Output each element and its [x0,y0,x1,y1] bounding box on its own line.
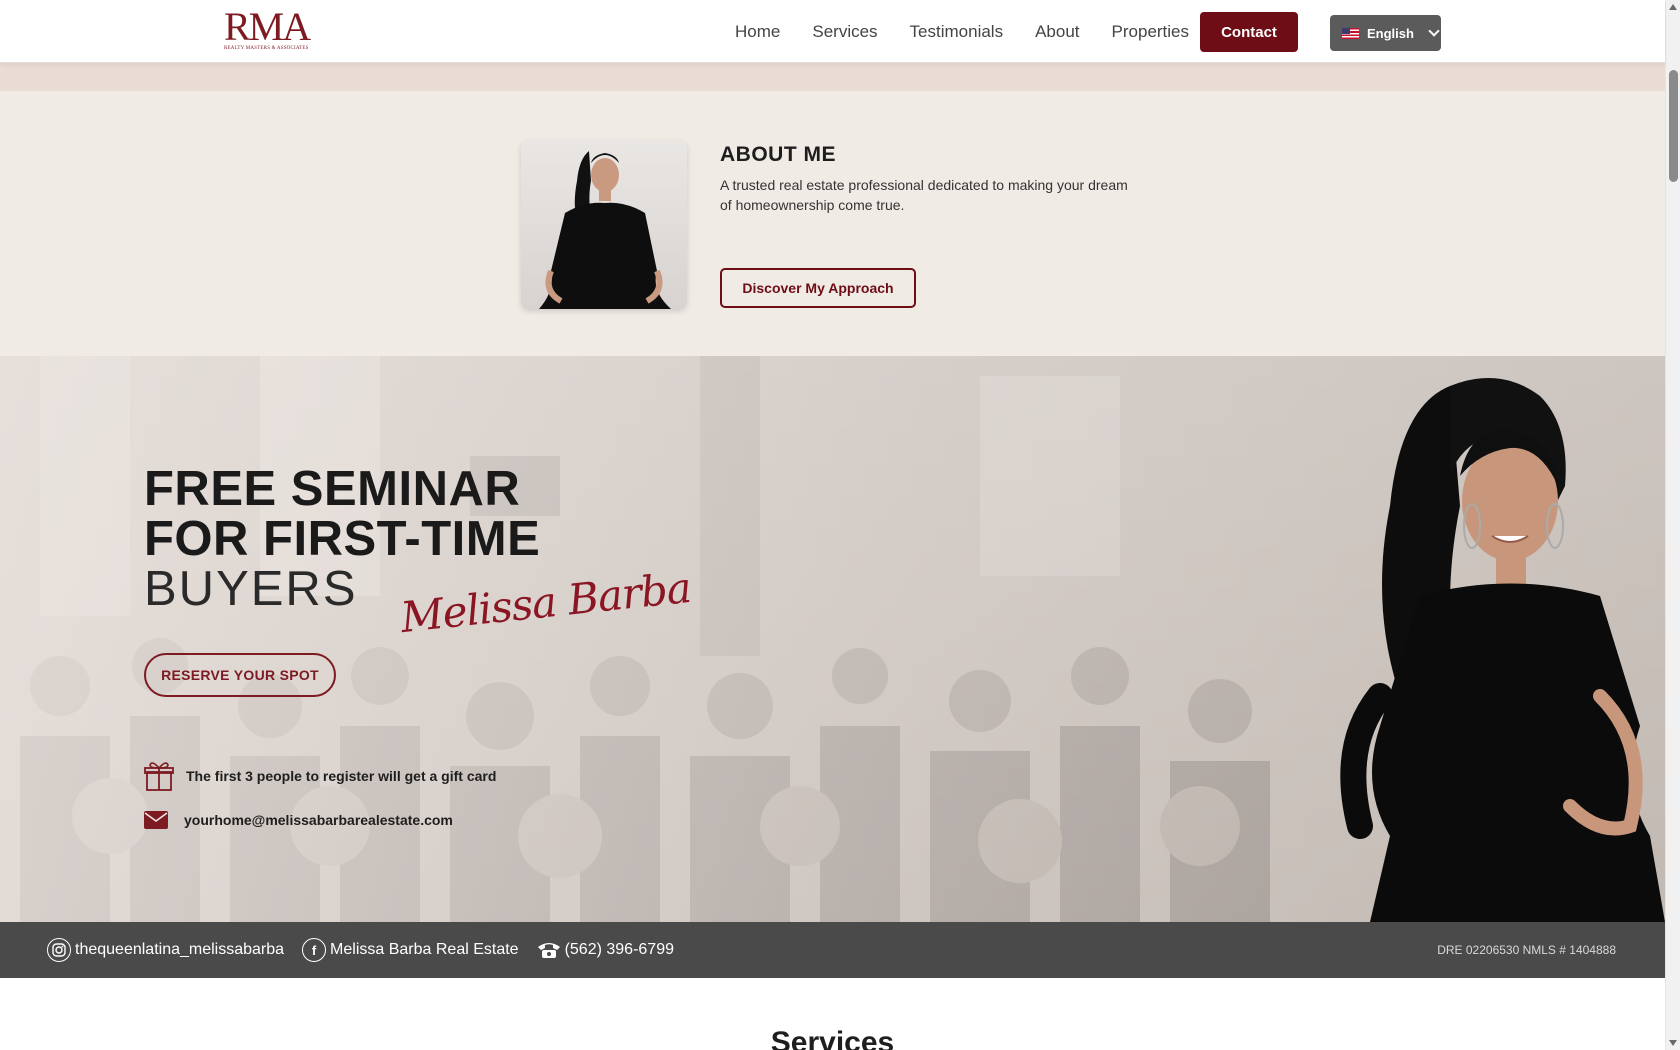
scroll-down-arrow-icon[interactable] [1669,1040,1677,1046]
contact-button[interactable]: Contact [1200,12,1298,52]
about-section: ABOUT ME A trusted real estate professio… [0,91,1665,356]
site-header: RMA REALTY MASTERS & ASSOCIATES Home Ser… [0,0,1665,63]
language-selector[interactable]: English [1330,15,1441,51]
about-photo [521,141,687,309]
phone-icon [537,943,560,958]
header-strip [0,63,1665,91]
instagram-icon [47,938,71,962]
nav-home[interactable]: Home [735,22,780,42]
scrollbar-thumb[interactable] [1669,70,1678,182]
instagram-link[interactable]: thequeenlatina_melissabarba [47,938,284,962]
language-label: English [1367,25,1414,41]
gift-icon [144,762,174,791]
seminar-title-line2: FOR FIRST-TIME [144,512,541,566]
facebook-icon: f [302,938,327,962]
about-description: A trusted real estate professional dedic… [720,177,1128,213]
gift-card-note: The first 3 people to register will get … [144,760,496,792]
email-contact[interactable]: yourhome@melissabarbarealestate.com [144,811,453,829]
social-bar: thequeenlatina_melissabarba f Melissa Ba… [0,922,1665,978]
us-flag-icon [1342,27,1359,39]
phone-link[interactable]: (562) 396-6799 [537,941,674,959]
chevron-down-icon [1428,25,1440,37]
services-heading: Services [770,1026,895,1050]
facebook-link[interactable]: f Melissa Barba Real Estate [302,938,519,962]
license-numbers: DRE 02206530 NMLS # 1404888 [1437,943,1616,957]
logo-mark: RMA [224,4,311,49]
portrait-illustration [539,151,671,309]
seminar-section: FREE SEMINAR FOR FIRST-TIME BUYERS Melis… [0,356,1665,922]
gift-card-text: The first 3 people to register will get … [186,768,497,784]
email-address[interactable]: yourhome@melissabarbarealestate.com [184,812,453,828]
reserve-spot-button[interactable]: RESERVE YOUR SPOT [144,653,336,697]
logo-subtext: REALTY MASTERS & ASSOCIATES [224,46,309,51]
nav-testimonials[interactable]: Testimonials [910,22,1004,42]
phone-number[interactable]: (562) 396-6799 [565,941,674,959]
realtor-portrait [1340,378,1665,922]
site-logo[interactable]: RMA REALTY MASTERS & ASSOCIATES [224,4,311,54]
about-title: ABOUT ME [720,143,836,166]
discover-approach-button[interactable]: Discover My Approach [720,268,916,308]
nav-services[interactable]: Services [812,22,877,42]
mail-icon [144,811,168,829]
page-scrollbar[interactable] [1665,0,1680,1050]
scroll-up-arrow-icon[interactable] [1669,4,1677,10]
nav-properties[interactable]: Properties [1112,22,1189,42]
instagram-handle[interactable]: thequeenlatina_melissabarba [75,941,284,959]
seminar-title-line1: FREE SEMINAR [144,462,521,516]
nav-about[interactable]: About [1035,22,1079,42]
facebook-name[interactable]: Melissa Barba Real Estate [330,941,519,959]
main-nav: Home Services Testimonials About Propert… [735,0,1189,63]
